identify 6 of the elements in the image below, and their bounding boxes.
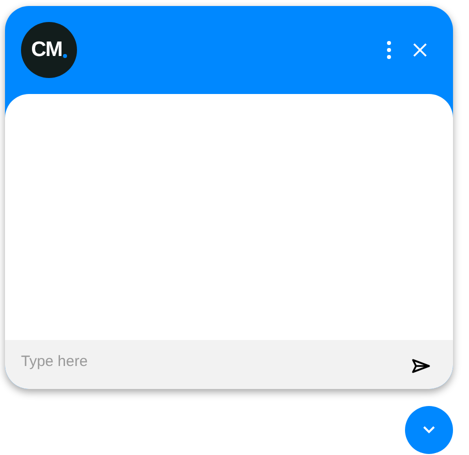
send-icon[interactable] (411, 358, 431, 374)
chevron-down-icon (423, 426, 435, 434)
close-icon[interactable] (413, 43, 427, 57)
logo: CM (21, 22, 77, 78)
message-input[interactable]: Type here (5, 340, 453, 389)
collapse-button[interactable] (405, 406, 453, 454)
